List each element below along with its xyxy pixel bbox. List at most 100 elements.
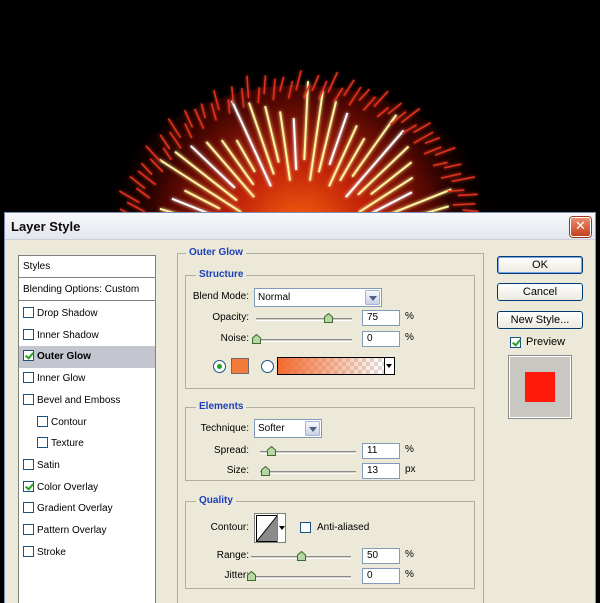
technique-select[interactable]: Softer: [254, 419, 322, 438]
gradient-dropdown-arrow[interactable]: [385, 357, 395, 375]
style-item-label: Texture: [51, 438, 84, 450]
solid-color-radio[interactable]: [213, 360, 226, 373]
style-item-checkbox[interactable]: [23, 393, 34, 405]
preview-thumbnail: [509, 356, 571, 418]
style-item-checkbox[interactable]: [23, 350, 34, 362]
opacity-input[interactable]: 75: [362, 310, 400, 326]
style-item-outer-glow[interactable]: Outer Glow: [19, 346, 155, 369]
canvas-artwork: [0, 0, 600, 215]
dialog-title: Layer Style: [11, 219, 81, 234]
style-item-checkbox[interactable]: [23, 502, 34, 514]
style-item-bevel-and-emboss[interactable]: Bevel and Emboss: [19, 390, 155, 412]
triangle-down-icon: [279, 526, 285, 530]
title-bar: Layer Style ✕: [5, 213, 595, 240]
style-item-checkbox[interactable]: [23, 524, 34, 535]
firework-spark: [257, 87, 261, 104]
opacity-unit: %: [405, 311, 414, 322]
style-item-stroke[interactable]: Stroke: [19, 542, 155, 564]
chevron-down-icon[interactable]: [365, 290, 380, 305]
style-item-checkbox[interactable]: [23, 307, 34, 318]
noise-label: Noise:: [220, 333, 249, 344]
cancel-button[interactable]: Cancel: [497, 283, 583, 301]
ok-button[interactable]: OK: [497, 256, 583, 274]
style-item-label: Contour: [51, 416, 87, 428]
style-item-label: Stroke: [37, 546, 66, 558]
style-item-texture[interactable]: Texture: [19, 433, 155, 455]
technique-value: Softer: [258, 423, 285, 434]
opacity-slider[interactable]: [256, 318, 352, 321]
jitter-unit: %: [405, 569, 414, 580]
structure-title: Structure: [196, 269, 247, 280]
spread-unit: %: [405, 444, 414, 455]
noise-slider[interactable]: [256, 339, 352, 342]
style-item-contour[interactable]: Contour: [19, 412, 155, 434]
gradient-radio[interactable]: [261, 360, 274, 373]
spread-slider-thumb[interactable]: [266, 446, 276, 456]
jitter-slider[interactable]: [251, 576, 351, 579]
style-item-checkbox[interactable]: [23, 458, 34, 470]
preview-label: Preview: [526, 336, 566, 348]
chevron-down-icon[interactable]: [305, 421, 320, 436]
anti-aliased-label: Anti-aliased: [317, 522, 370, 533]
style-item-checkbox[interactable]: [23, 328, 34, 340]
size-slider[interactable]: [260, 471, 356, 474]
close-button[interactable]: ✕: [570, 217, 591, 237]
style-item-checkbox[interactable]: [37, 437, 48, 449]
styles-header[interactable]: Styles: [19, 256, 155, 278]
glow-gradient-picker[interactable]: [277, 357, 385, 375]
style-item-label: Inner Glow: [37, 373, 86, 385]
style-item-inner-shadow[interactable]: Inner Shadow: [19, 325, 155, 347]
firework-spark: [457, 193, 478, 197]
elements-title: Elements: [196, 401, 247, 412]
style-item-label: Inner Shadow: [37, 329, 99, 341]
style-item-checkbox[interactable]: [23, 372, 34, 384]
jitter-slider-thumb[interactable]: [247, 571, 256, 581]
style-item-inner-glow[interactable]: Inner Glow: [19, 368, 155, 390]
range-label: Range:: [216, 550, 249, 561]
quality-group: Quality Contour: Anti-aliased Range: 50 …: [185, 495, 475, 589]
size-unit: px: [405, 464, 416, 475]
style-item-gradient-overlay[interactable]: Gradient Overlay: [19, 498, 155, 520]
preview-swatch: [525, 372, 555, 402]
style-item-checkbox[interactable]: [23, 480, 34, 492]
range-input[interactable]: 50: [362, 548, 400, 564]
outer-glow-group: Outer Glow Structure Blend Mode: Normal …: [177, 247, 484, 603]
glow-color-swatch[interactable]: [231, 358, 249, 374]
layer-style-dialog: Layer Style ✕ Styles Blending Options: C…: [4, 212, 596, 603]
noise-input[interactable]: 0: [362, 331, 400, 347]
style-item-label: Pattern Overlay: [37, 525, 107, 536]
opacity-label: Opacity:: [212, 312, 249, 323]
size-input[interactable]: 13: [362, 463, 400, 479]
opacity-slider-thumb[interactable]: [324, 313, 333, 323]
jitter-label: Jitter:: [224, 570, 249, 581]
style-item-satin[interactable]: Satin: [19, 455, 155, 477]
triangle-down-icon: [386, 364, 392, 368]
blend-mode-value: Normal: [258, 292, 291, 303]
style-item-checkbox[interactable]: [37, 415, 48, 427]
new-style-button[interactable]: New Style...: [497, 311, 583, 329]
style-item-drop-shadow[interactable]: Drop Shadow: [19, 303, 155, 325]
range-slider-thumb[interactable]: [297, 551, 306, 561]
quality-title: Quality: [196, 495, 236, 506]
contour-picker[interactable]: [254, 513, 286, 543]
contour-dropdown-arrow[interactable]: [277, 514, 285, 542]
style-item-pattern-overlay[interactable]: Pattern Overlay: [19, 520, 155, 542]
style-item-checkbox[interactable]: [23, 545, 34, 557]
style-item-color-overlay[interactable]: Color Overlay: [19, 477, 155, 499]
contour-label: Contour:: [210, 522, 249, 533]
spread-input[interactable]: 11: [362, 443, 400, 459]
noise-slider-thumb[interactable]: [252, 334, 261, 344]
noise-unit: %: [405, 332, 414, 343]
elements-group: Elements Technique: Softer Spread: 11 % …: [185, 401, 475, 481]
preview-checkbox[interactable]: [510, 337, 521, 348]
jitter-input[interactable]: 0: [362, 568, 400, 584]
contour-curve-icon: [256, 515, 278, 542]
structure-group: Structure Blend Mode: Normal Opacity: 75…: [185, 269, 475, 389]
anti-aliased-checkbox[interactable]: [300, 522, 311, 533]
technique-label: Technique:: [200, 423, 249, 434]
blending-options-item[interactable]: Blending Options: Custom: [19, 279, 155, 301]
size-slider-thumb[interactable]: [260, 466, 270, 476]
styles-list: Styles Blending Options: Custom Drop Sha…: [18, 255, 156, 603]
range-unit: %: [405, 549, 414, 560]
blend-mode-select[interactable]: Normal: [254, 288, 382, 307]
